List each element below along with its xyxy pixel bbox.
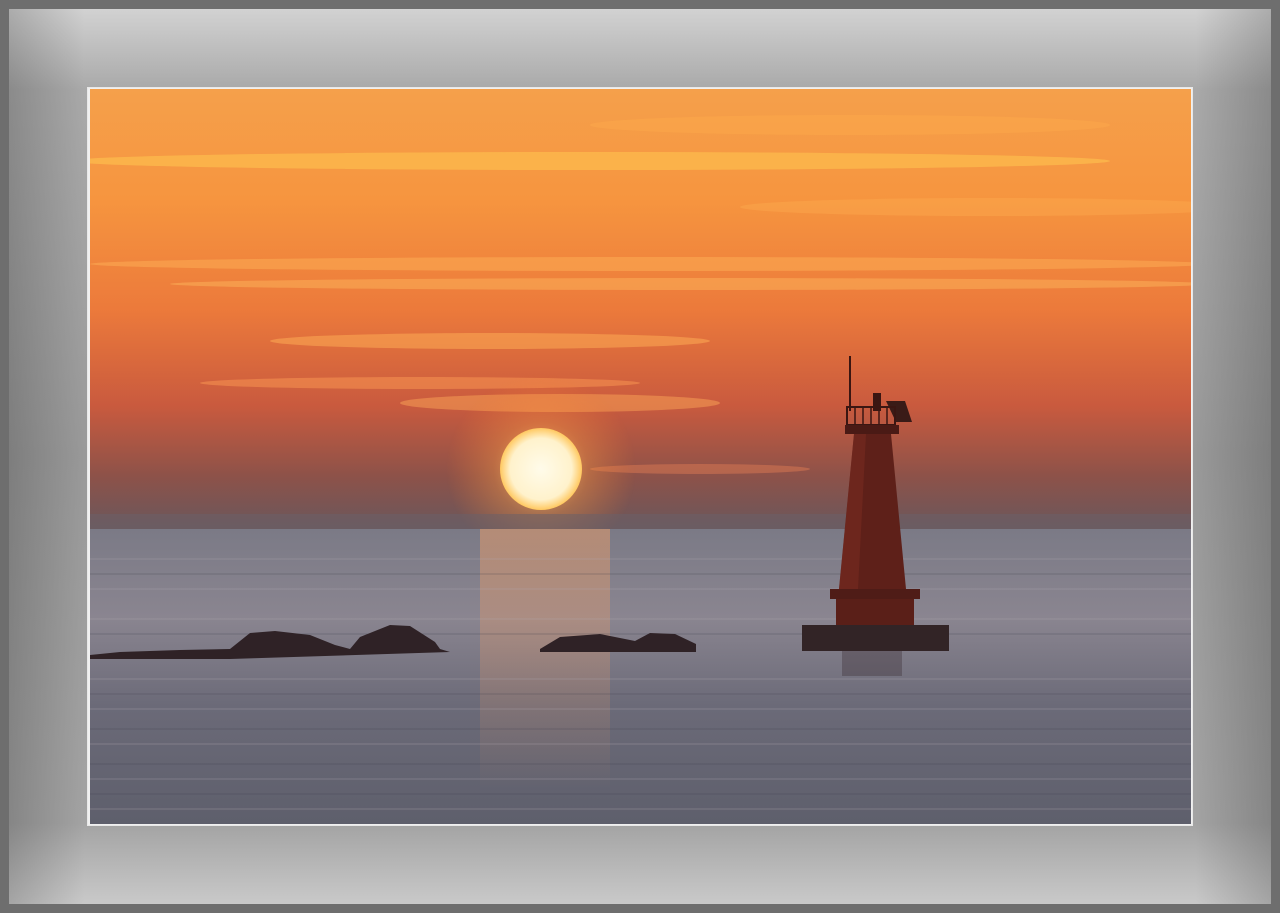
outer-frame bbox=[0, 0, 1280, 913]
sea bbox=[90, 529, 1191, 824]
sun bbox=[500, 428, 582, 510]
sun-reflection bbox=[480, 529, 610, 789]
sunset-photo bbox=[90, 89, 1191, 824]
sunset-scene bbox=[90, 89, 1191, 824]
